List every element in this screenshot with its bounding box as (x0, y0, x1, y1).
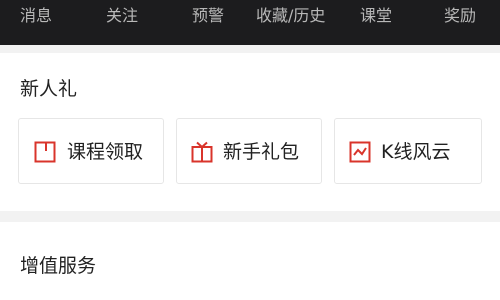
bookmark-icon (34, 141, 56, 163)
newbie-gift-pack-button[interactable]: 新手礼包 (176, 118, 322, 184)
gift-box-icon (191, 141, 213, 163)
nav-item-follow[interactable]: 关注 (106, 6, 138, 26)
nav-item-classroom[interactable]: 课堂 (360, 6, 392, 26)
course-claim-label: 课程领取 (67, 141, 144, 163)
line-chart-icon (349, 141, 371, 163)
kline-challenge-button[interactable]: K线风云 (334, 118, 482, 184)
newbie-gift-pack-label: 新手礼包 (223, 141, 300, 163)
course-claim-button[interactable]: 课程领取 (18, 118, 164, 184)
kline-challenge-label: K线风云 (381, 141, 451, 163)
new-user-gift-section: 新人礼 课程领取 新手礼包 K线风云 (0, 53, 500, 211)
new-user-gift-title: 新人礼 (20, 78, 78, 100)
nav-item-messages[interactable]: 消息 (20, 6, 52, 26)
value-added-services-title: 增值服务 (20, 255, 97, 277)
nav-item-rewards[interactable]: 奖励 (444, 6, 476, 26)
nav-item-favorites-history[interactable]: 收藏/历史 (256, 6, 325, 26)
top-nav-bar: 消息 关注 预警 收藏/历史 课堂 奖励 (0, 0, 500, 45)
value-added-services-section: 增值服务 (0, 222, 500, 300)
nav-item-alerts[interactable]: 预警 (192, 6, 224, 26)
